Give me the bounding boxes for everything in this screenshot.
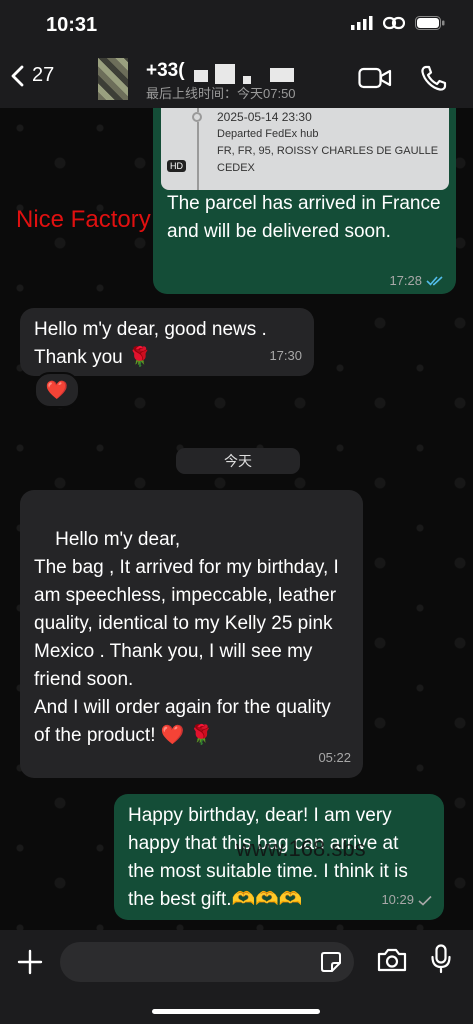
message-meta: 05:22 — [318, 744, 351, 772]
plus-icon[interactable] — [16, 948, 44, 976]
message-time: 05:22 — [318, 750, 351, 765]
message-time: 17:30 — [269, 348, 302, 363]
sent-check-icon — [418, 895, 432, 906]
message-text: The parcel has arrived in France and wil… — [167, 193, 441, 242]
message-meta: 17:28 — [389, 273, 444, 288]
tracking-image-bubble[interactable]: 2025-05-14 23:30 Departed FedEx hub FR, … — [153, 108, 456, 294]
battery-icon — [415, 16, 445, 30]
microphone-icon[interactable] — [430, 944, 452, 974]
link-icon — [383, 16, 405, 30]
hd-badge: HD — [167, 160, 186, 172]
sticker-icon[interactable] — [320, 951, 342, 973]
contact-last-seen: 最后上线时间：今天07:50 — [146, 86, 296, 101]
message-text: Hello m'y dear, good news . Thank you 🌹 — [34, 319, 267, 368]
tracking-date: 2025-05-14 23:30 — [217, 110, 312, 124]
tracking-location-cont: CEDEX — [217, 162, 255, 174]
chat-area[interactable]: 2025-05-14 23:30 Departed FedEx hub FR, … — [0, 108, 473, 930]
watermark-label: Nice Factory — [16, 206, 151, 233]
signal-icon — [351, 16, 373, 30]
read-receipt-icon — [426, 276, 443, 286]
watermark-url: www.168.sbs — [236, 836, 366, 861]
phone-call-icon[interactable] — [420, 64, 448, 92]
status-time: 10:31 — [46, 14, 98, 36]
message-meta: 10:29 — [381, 886, 432, 914]
message-meta: 17:30 — [269, 342, 302, 370]
status-bar: 10:31 — [0, 0, 473, 50]
avatar[interactable] — [98, 58, 128, 100]
status-icons — [351, 16, 445, 30]
reaction-badge[interactable]: ❤️ — [34, 372, 80, 408]
message-input[interactable] — [60, 942, 354, 982]
video-call-icon[interactable] — [358, 66, 392, 90]
tracking-image[interactable]: 2025-05-14 23:30 Departed FedEx hub FR, … — [161, 108, 449, 190]
timeline-line — [197, 122, 199, 190]
chat-header: 27 +33( 最后上线时间：今天07:50 — [0, 50, 473, 109]
redaction-block — [270, 68, 294, 82]
incoming-message[interactable]: Hello m'y dear, The bag , It arrived for… — [20, 490, 363, 778]
message-time: 17:28 — [389, 273, 422, 288]
home-indicator — [152, 1009, 320, 1014]
incoming-message[interactable]: Hello m'y dear, good news . Thank you 🌹 … — [20, 308, 314, 376]
contact-name[interactable]: +33( — [146, 60, 185, 82]
camera-icon[interactable] — [376, 946, 408, 974]
message-text: Hello m'y dear, The bag , It arrived for… — [34, 529, 339, 746]
unread-count: 27 — [32, 64, 55, 86]
redaction-block — [215, 64, 235, 84]
back-chevron-icon — [11, 65, 24, 86]
reaction-emoji: ❤️ — [45, 380, 69, 400]
tracking-event: Departed FedEx hub — [217, 128, 319, 140]
back-button[interactable]: 27 — [10, 64, 54, 87]
redaction-block — [194, 70, 208, 82]
date-separator: 今天 — [176, 448, 300, 474]
tracking-location: FR, FR, 95, ROISSY CHARLES DE GAULLE — [217, 145, 439, 157]
timeline-dot — [192, 112, 202, 122]
message-time: 10:29 — [381, 892, 414, 907]
composer-bar — [0, 930, 473, 1024]
